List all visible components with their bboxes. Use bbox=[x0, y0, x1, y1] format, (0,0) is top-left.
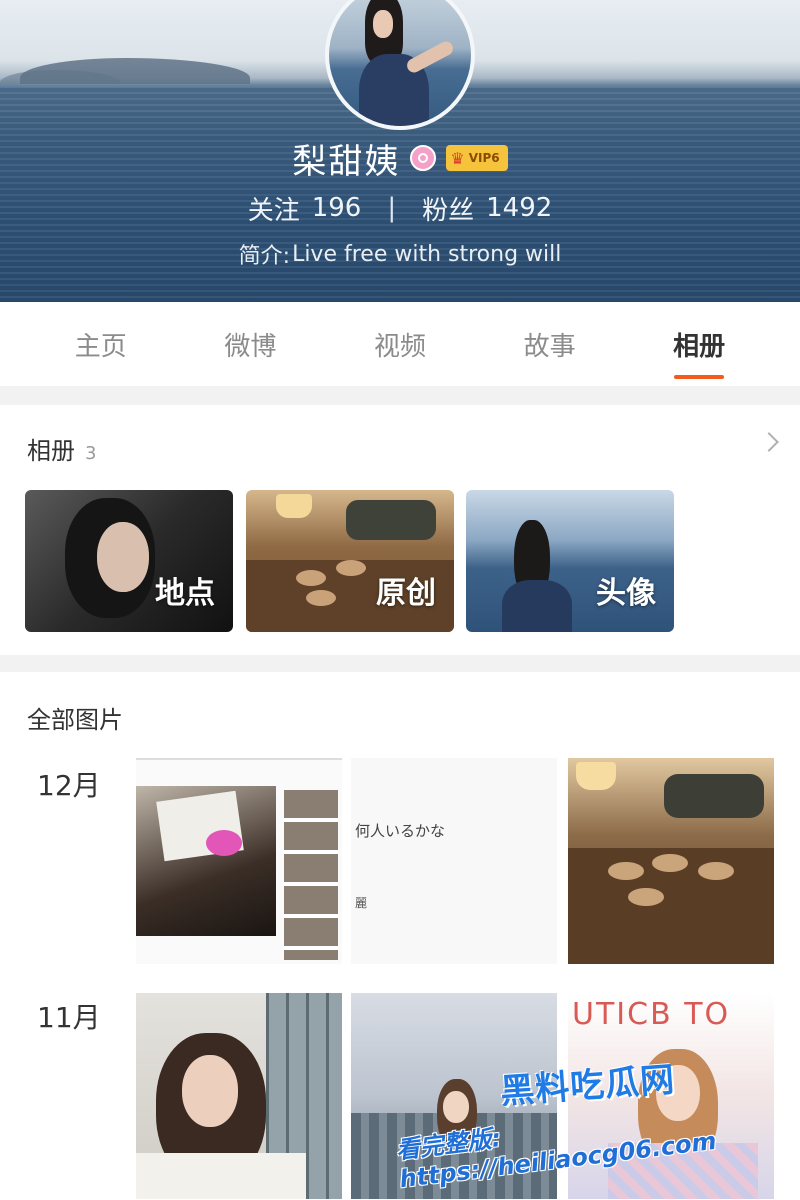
month-label: 11月 bbox=[37, 1001, 101, 1034]
month-label: 12月 bbox=[37, 769, 101, 802]
photo-caption-text: 何人いるかな bbox=[355, 822, 446, 840]
album-card-location[interactable]: 地点 bbox=[25, 490, 233, 632]
albums-section: 相册 3 地点 原创 头像 bbox=[0, 405, 800, 655]
tab-home[interactable]: 主页 bbox=[46, 326, 156, 363]
profile-cover: 梨甜姨 ♛ VIP6 关注 196 | 粉丝 1492 简介: Live fre… bbox=[0, 0, 800, 302]
profile-tabs: 主页 微博 视频 故事 相册 bbox=[0, 302, 800, 386]
bio-prefix: 简介: bbox=[238, 244, 291, 269]
albums-count: 3 bbox=[85, 443, 97, 464]
photo-thumbnail[interactable]: 何人いるかな 麗 bbox=[351, 758, 557, 964]
followers-count[interactable]: 1492 bbox=[486, 193, 552, 223]
album-card-original[interactable]: 原创 bbox=[246, 490, 454, 632]
all-photos-title: 全部图片 bbox=[27, 706, 123, 734]
albums-header[interactable]: 相册 3 bbox=[27, 431, 96, 466]
following-count[interactable]: 196 bbox=[312, 193, 362, 223]
profile-stats: 关注 196 | 粉丝 1492 bbox=[0, 190, 800, 226]
tab-story[interactable]: 故事 bbox=[495, 326, 605, 363]
chevron-right-icon[interactable] bbox=[759, 432, 779, 452]
followers-label[interactable]: 粉丝 bbox=[422, 190, 474, 227]
vip-badge[interactable]: ♛ VIP6 bbox=[446, 145, 508, 171]
following-label[interactable]: 关注 bbox=[248, 190, 300, 227]
album-label: 头像 bbox=[596, 576, 656, 611]
photo-sign-text: UTICB TO bbox=[572, 997, 731, 1032]
profile-name: 梨甜姨 bbox=[292, 141, 401, 182]
vip-level-label: VIP6 bbox=[468, 151, 500, 165]
tab-album[interactable]: 相册 bbox=[644, 326, 754, 379]
tab-weibo[interactable]: 微博 bbox=[195, 326, 305, 363]
album-card-avatar[interactable]: 头像 bbox=[466, 490, 674, 632]
profile-bio: 简介: Live free with strong will bbox=[0, 238, 800, 270]
crown-icon: ♛ bbox=[450, 148, 465, 168]
active-tab-indicator bbox=[674, 374, 725, 379]
photo-thumbnail[interactable] bbox=[568, 758, 774, 964]
tab-video[interactable]: 视频 bbox=[345, 326, 455, 363]
tab-album-label: 相册 bbox=[673, 331, 726, 362]
stats-separator: | bbox=[387, 193, 397, 223]
cover-island-shape bbox=[20, 58, 250, 84]
profile-name-row: 梨甜姨 ♛ VIP6 bbox=[0, 135, 800, 182]
bio-text: Live free with strong will bbox=[292, 241, 562, 267]
album-label: 原创 bbox=[376, 576, 436, 611]
album-label: 地点 bbox=[155, 576, 215, 611]
photo-thumbnail[interactable] bbox=[136, 993, 342, 1199]
photo-thumbnail[interactable] bbox=[136, 758, 342, 964]
verified-badge-icon[interactable] bbox=[410, 145, 437, 171]
photo-caption-text: 麗 bbox=[355, 896, 368, 910]
albums-title: 相册 bbox=[27, 437, 75, 465]
